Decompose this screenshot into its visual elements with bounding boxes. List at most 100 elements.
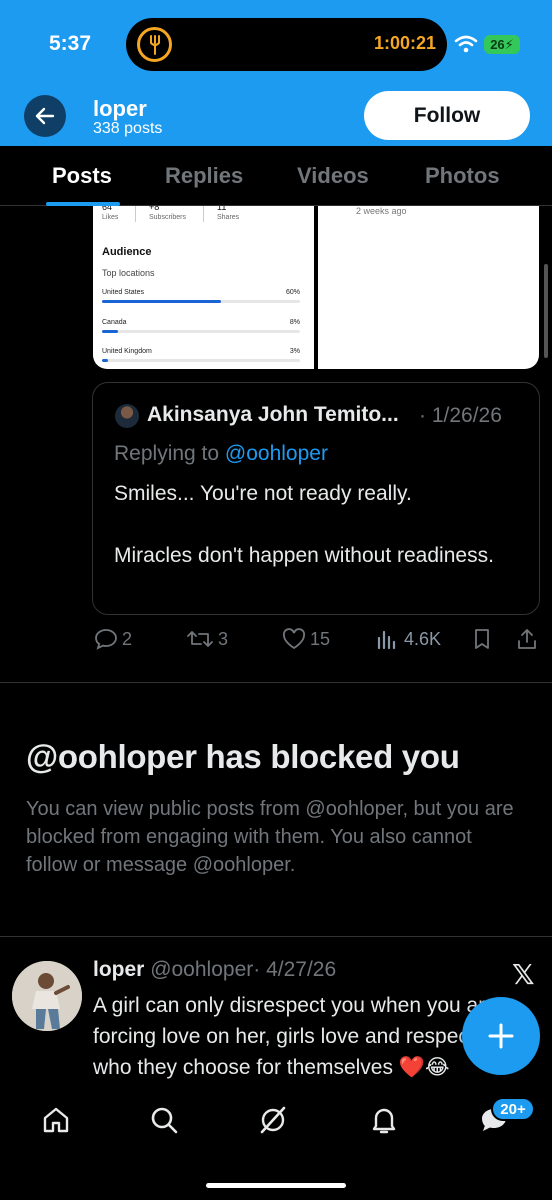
compose-button[interactable] [462, 997, 540, 1075]
location-name: United States [102, 289, 145, 296]
stats-row: 64 Likes +8 Subscribers 11 Shares [93, 206, 314, 232]
stat-value: 64 [102, 206, 113, 212]
location-name: United Kingdom [102, 348, 152, 355]
location-row: Canada 8% [102, 319, 300, 335]
stat-label: Subscribers [149, 214, 186, 221]
nav-notifications[interactable] [368, 1104, 400, 1141]
profile-name: loper [93, 96, 147, 121]
post-action-bar: 2 3 15 4.6K [0, 622, 552, 662]
divider [0, 936, 552, 937]
stat-value: +8 [149, 206, 160, 212]
share-button[interactable] [516, 628, 538, 650]
status-time: 5:37 [49, 32, 92, 55]
location-bar-fill [102, 330, 118, 333]
stat-label: Shares [217, 214, 240, 221]
back-button[interactable] [24, 95, 66, 137]
messages-badge: 20+ [491, 1097, 535, 1121]
nav-grok[interactable] [257, 1104, 289, 1141]
views-button[interactable]: 4.6K [376, 628, 441, 650]
analytics-icon [377, 630, 396, 650]
tab-photos[interactable]: Photos [425, 163, 500, 189]
live-activity-timer: 1:00:21 [373, 33, 436, 53]
like-button[interactable]: 15 [282, 628, 330, 650]
quoted-post-date: · 1/26/26 [419, 404, 502, 427]
search-icon [151, 1107, 178, 1134]
battery-level: 26 [490, 37, 505, 52]
stat-label: Likes [102, 214, 119, 221]
profile-photo-icon [12, 961, 82, 1031]
quoted-post[interactable]: Akinsanya John Temito... · 1/26/26 Reply… [92, 382, 540, 615]
nav-home[interactable] [40, 1104, 72, 1141]
plus-icon [488, 1023, 514, 1049]
media-image-secondary[interactable]: 2 weeks ago [318, 206, 539, 369]
post-count: 338 posts [93, 120, 163, 137]
view-count: 4.6K [404, 628, 442, 649]
profile-tabs: Posts Replies Videos Photos [0, 146, 552, 206]
blocked-description: You can view public posts from @oohloper… [26, 798, 514, 876]
stat-divider [135, 206, 136, 222]
media-image-analytics[interactable]: 64 Likes +8 Subscribers 11 Shares Audien… [93, 206, 314, 369]
avatar[interactable] [115, 404, 139, 428]
media-caption: 2 weeks ago [356, 206, 407, 216]
location-percent: 8% [289, 319, 300, 326]
battery-indicator: 26 ⚡ [484, 35, 520, 54]
arrow-left-icon [35, 107, 55, 125]
grok-icon [260, 1106, 286, 1134]
bell-icon [372, 1108, 396, 1134]
repost-button[interactable]: 3 [186, 628, 228, 650]
tweet-date: · 4/27/26 [253, 958, 337, 981]
reply-count: 2 [122, 628, 133, 649]
tweet-handle[interactable]: @oohloper [150, 958, 253, 981]
scrollbar-thumb[interactable] [544, 264, 548, 358]
top-bar: 5:37 1:00:21 26 ⚡ loper 338 posts Follow [0, 0, 552, 146]
location-row: United States 60% [102, 289, 300, 305]
audience-title: Audience [102, 246, 152, 258]
reply-button[interactable]: 2 [94, 628, 132, 650]
replying-prefix: Replying to [114, 442, 225, 465]
tab-posts[interactable]: Posts [52, 163, 112, 189]
repost-count: 3 [218, 628, 229, 649]
heart-icon [282, 628, 306, 650]
status-bar: 5:37 1:00:21 26 ⚡ [0, 0, 552, 90]
stat-divider [203, 206, 204, 222]
quoted-text-paragraph: Miracles don't happen without readiness. [114, 544, 494, 567]
profile-header: loper 338 posts Follow [0, 90, 552, 146]
replying-to: Replying to @oohloper [114, 442, 328, 466]
location-bar-track [102, 300, 300, 303]
wifi-icon [454, 35, 478, 58]
tweet-text: A girl can only disrespect you when you … [93, 994, 497, 1079]
fork-icon [137, 27, 172, 62]
dynamic-island[interactable]: 1:00:21 [126, 18, 447, 71]
location-name: Canada [102, 319, 127, 326]
share-icon [518, 629, 536, 649]
x-logo-icon: 𝕏 [512, 959, 535, 990]
location-bar-track [102, 359, 300, 362]
quoted-author-name: Akinsanya John Temito... [147, 403, 399, 426]
location-percent: 60% [285, 289, 300, 296]
bookmark-icon [475, 629, 489, 649]
replying-handle-link[interactable]: @oohloper [225, 442, 328, 465]
stat-value: 11 [217, 206, 227, 212]
tweet-author-name[interactable]: loper [93, 958, 144, 981]
tab-replies[interactable]: Replies [165, 163, 243, 189]
top-locations-label: Top locations [102, 268, 155, 278]
bookmark-button[interactable] [472, 628, 492, 650]
tab-videos[interactable]: Videos [297, 163, 369, 189]
home-icon [43, 1107, 69, 1133]
reply-icon [95, 629, 117, 650]
blocked-title: @oohloper has blocked you [26, 738, 460, 775]
repost-icon [187, 631, 213, 647]
follow-button[interactable]: Follow [364, 91, 530, 140]
quoted-text-line: Smiles... You're not ready really. [114, 482, 412, 505]
like-count: 15 [310, 628, 331, 649]
location-bar-track [102, 330, 300, 333]
location-bar-fill [102, 359, 108, 362]
divider [0, 682, 552, 683]
charging-icon: ⚡ [504, 36, 514, 52]
nav-search[interactable] [148, 1104, 180, 1141]
avatar[interactable] [12, 961, 82, 1031]
home-indicator[interactable] [206, 1183, 346, 1188]
tweet-header: loper @oohloper· 4/27/26 [93, 958, 336, 982]
location-row: United Kingdom 3% [102, 348, 300, 364]
location-bar-fill [102, 300, 221, 303]
